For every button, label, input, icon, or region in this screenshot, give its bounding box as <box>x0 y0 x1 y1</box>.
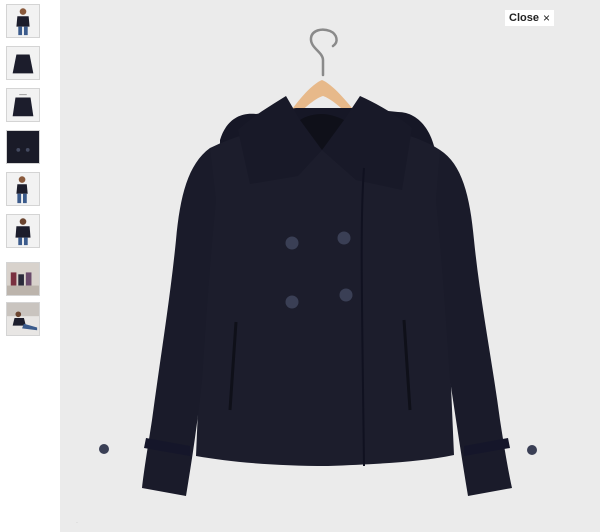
thumbnail-8[interactable] <box>6 302 40 336</box>
thumbnail-7[interactable] <box>6 262 40 296</box>
model-front-thumb-image <box>7 5 39 37</box>
coat-button-4 <box>339 288 353 302</box>
coat-button-2 <box>337 231 351 245</box>
thumbnail-6[interactable] <box>6 214 40 248</box>
coat-front-thumb-image <box>7 47 39 79</box>
coat-button-3 <box>285 295 299 309</box>
product-image-viewer: Close × · <box>60 0 600 532</box>
thumbnail-4[interactable] <box>6 130 40 164</box>
left-cuff-button <box>99 444 109 454</box>
thumbnail-3[interactable] <box>6 88 40 122</box>
right-cuff-button <box>527 445 537 455</box>
thumbnail-1[interactable] <box>6 4 40 38</box>
coat-hanger-thumb-image <box>7 89 39 121</box>
thumbnail-2[interactable] <box>6 46 40 80</box>
thumbnail-5[interactable] <box>6 172 40 206</box>
model-sitting-thumb-image <box>7 303 39 335</box>
coat-body <box>196 124 454 466</box>
model-open-thumb-image <box>7 173 39 205</box>
image-mark: · <box>76 520 78 526</box>
fabric-detail-thumb-image <box>7 131 39 163</box>
model-back-thumb-image <box>7 215 39 247</box>
thumbnail-strip <box>0 0 58 532</box>
group-photo-thumb-image <box>7 263 39 295</box>
coat-main-image: · <box>76 28 537 526</box>
hanger-hook <box>309 28 338 77</box>
coat-button-1 <box>285 236 299 250</box>
